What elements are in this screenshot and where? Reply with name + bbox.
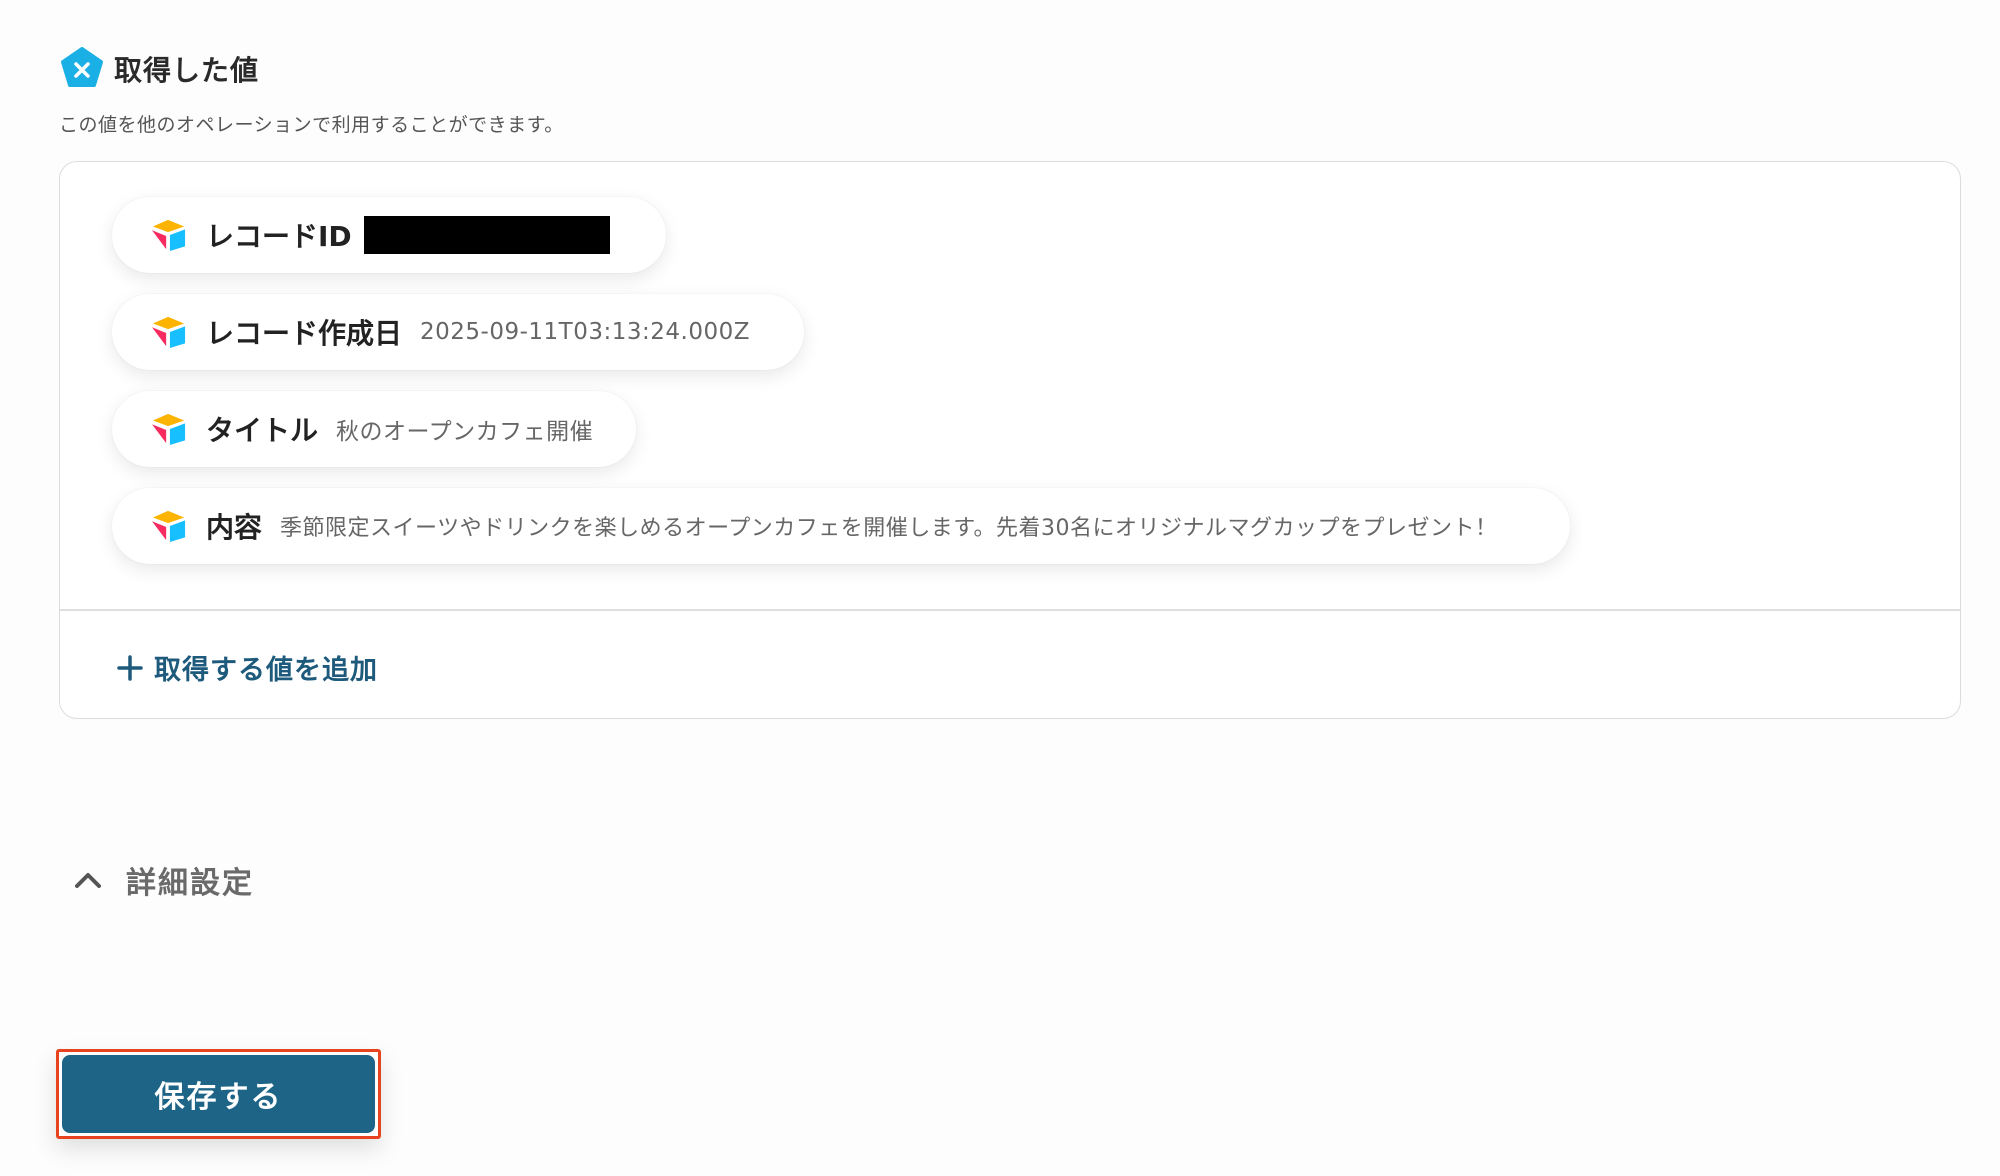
value-text: 2025-09-11T03:13:24.000Z [420,319,750,345]
value-chip-title[interactable]: タイトル 秋のオープンカフェ開催 [112,391,636,467]
value-label: タイトル [206,414,319,447]
advanced-settings-label: 詳細設定 [126,866,254,901]
save-button-highlight: 保存する [56,1049,381,1139]
add-value-label: 取得する値を追加 [154,655,378,686]
plus-icon [117,654,143,681]
advanced-settings-toggle[interactable]: 詳細設定 [72,858,254,902]
airtable-icon [152,316,186,349]
value-chip-record-id[interactable]: レコードID [112,197,666,273]
section-title: 取得した値 [114,54,260,87]
redacted-value [363,216,610,254]
value-chip-content[interactable]: 内容 季節限定スイーツやドリンクを楽しめるオープンカフェを開催します。先着30名… [112,488,1570,564]
section-description: この値を他のオペレーションで利用することができます。 [59,114,564,136]
airtable-icon [152,219,186,252]
values-card: レコードID レコード作成日 2025-09-11T03:13:24.000Z … [59,161,1961,719]
value-text: 秋のオープンカフェ開催 [336,419,594,445]
card-divider [60,609,1960,611]
page: 取得した値 この値を他のオペレーションで利用することができます。 レコードID … [0,0,2000,1176]
airtable-icon [152,510,186,543]
x-variable-icon [61,47,103,87]
section-header: 取得した値 [60,47,259,91]
value-label: レコード作成日 [206,317,403,350]
save-button[interactable]: 保存する [62,1055,375,1133]
airtable-icon [152,413,186,446]
value-text: 季節限定スイーツやドリンクを楽しめるオープンカフェを開催します。先着30名にオリ… [280,516,1498,541]
add-value-button[interactable]: 取得する値を追加 [116,648,378,687]
chevron-up-icon [75,873,101,888]
value-label: レコードID [206,220,352,253]
value-label: 内容 [206,511,263,544]
value-chip-created-date[interactable]: レコード作成日 2025-09-11T03:13:24.000Z [112,294,804,370]
